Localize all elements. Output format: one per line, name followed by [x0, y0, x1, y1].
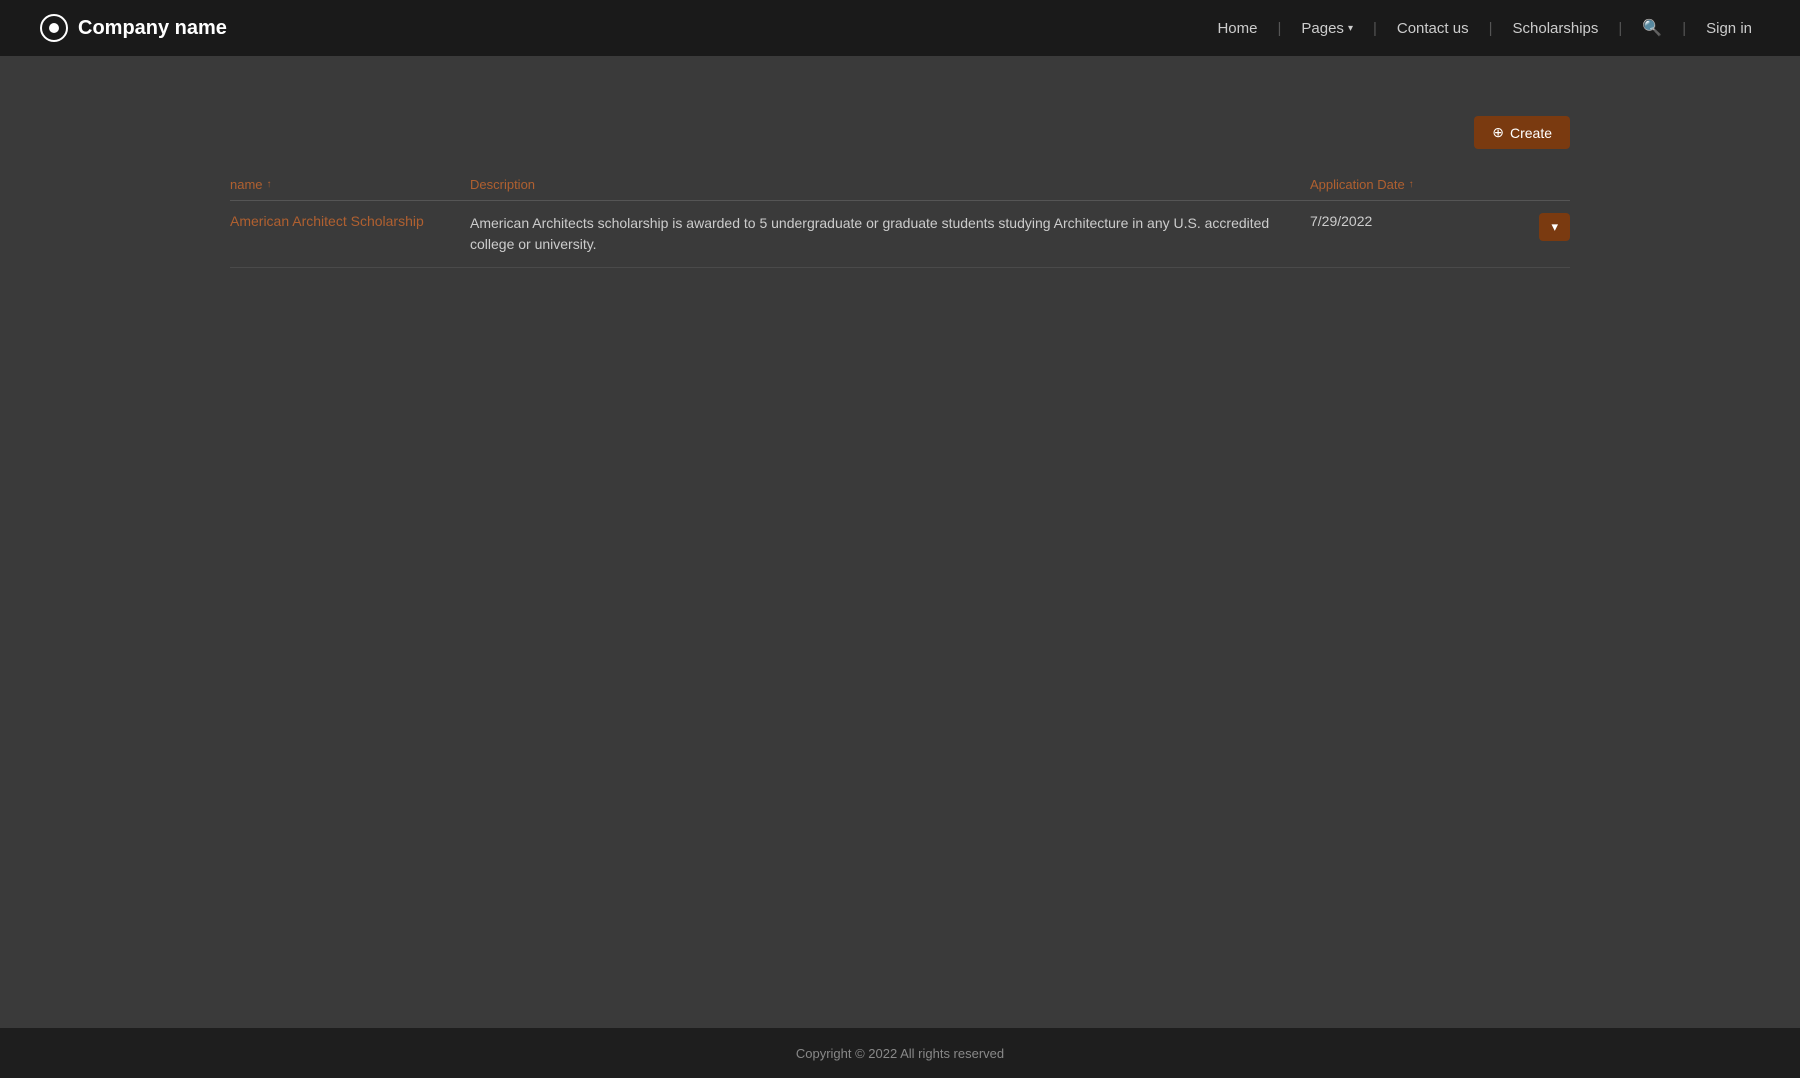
plus-icon: ⊕: [1492, 124, 1504, 141]
col-header-description: Description: [470, 177, 1310, 192]
chevron-down-icon: ▾: [1551, 219, 1558, 235]
nav-contact[interactable]: Contact us: [1389, 16, 1477, 41]
row-dropdown-button[interactable]: ▾: [1539, 213, 1570, 241]
scholarships-table: name ↑ Description Application Date ↑ Am…: [230, 169, 1570, 268]
nav-links: Home | Pages ▾ | Contact us | Scholarshi…: [1209, 14, 1760, 42]
nav-sep-2: |: [1373, 20, 1377, 37]
navbar: Company name Home | Pages ▾ | Contact us…: [0, 0, 1800, 56]
nav-home[interactable]: Home: [1209, 16, 1265, 41]
cell-scholarship-date: 7/29/2022: [1310, 213, 1510, 229]
brand: Company name: [40, 14, 227, 42]
cell-action: ▾: [1510, 213, 1570, 241]
col-header-date: Application Date ↑: [1310, 177, 1510, 192]
nav-pages[interactable]: Pages ▾: [1293, 16, 1361, 41]
nav-scholarships[interactable]: Scholarships: [1505, 16, 1607, 41]
toolbar: ⊕ Create: [230, 116, 1570, 149]
brand-icon: [40, 14, 68, 42]
cell-scholarship-desc: American Architects scholarship is award…: [470, 213, 1310, 255]
col-header-action: [1510, 177, 1570, 192]
footer: Copyright © 2022 All rights reserved: [0, 1028, 1800, 1078]
sort-arrow-date[interactable]: ↑: [1409, 179, 1414, 190]
nav-sep-4: |: [1618, 20, 1622, 37]
nav-sep-3: |: [1489, 20, 1493, 37]
nav-sep-5: |: [1682, 20, 1686, 37]
nav-signin[interactable]: Sign in: [1698, 16, 1760, 41]
create-button[interactable]: ⊕ Create: [1474, 116, 1570, 149]
cell-scholarship-name[interactable]: American Architect Scholarship: [230, 213, 470, 229]
pages-chevron-icon: ▾: [1348, 23, 1353, 34]
table-header: name ↑ Description Application Date ↑: [230, 169, 1570, 201]
table-row: American Architect Scholarship American …: [230, 201, 1570, 268]
sort-arrow-name[interactable]: ↑: [267, 179, 272, 190]
footer-copyright: Copyright © 2022 All rights reserved: [796, 1046, 1004, 1061]
main-content: ⊕ Create name ↑ Description Application …: [0, 56, 1800, 1028]
search-icon[interactable]: 🔍: [1634, 14, 1670, 42]
col-header-name: name ↑: [230, 177, 470, 192]
brand-name: Company name: [78, 17, 227, 40]
nav-sep-1: |: [1277, 20, 1281, 37]
